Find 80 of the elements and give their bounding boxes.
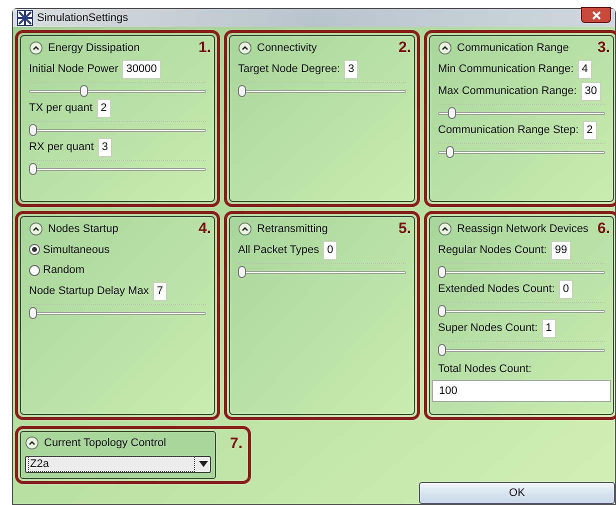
field-label: RX per quant xyxy=(29,140,94,155)
collapse-icon[interactable] xyxy=(238,222,252,236)
field-label: Initial Node Power xyxy=(29,62,118,77)
radio-button[interactable] xyxy=(29,264,40,276)
slider-track[interactable] xyxy=(438,142,605,156)
annotation-number: 6. xyxy=(597,219,610,239)
field-label: Node Startup Delay Max xyxy=(29,284,149,299)
collapse-icon[interactable] xyxy=(25,436,39,450)
annotation-number: 4. xyxy=(198,219,211,239)
annotation-number: 5. xyxy=(398,219,411,239)
field-label: Extended Nodes Count: xyxy=(438,282,555,297)
field-label: Max Communication Range: xyxy=(438,84,577,99)
slider-track[interactable] xyxy=(238,262,406,276)
slider-thumb[interactable] xyxy=(446,146,454,158)
dropdown-arrow-icon xyxy=(199,461,208,467)
panel-title: Connectivity xyxy=(257,41,317,56)
window-title: SimulationSettings xyxy=(37,10,128,26)
field-label: Min Communication Range: xyxy=(438,62,574,77)
value-field[interactable]: 1 xyxy=(542,318,556,338)
field-label: Communication Range Step: xyxy=(438,122,579,138)
slider-track[interactable] xyxy=(438,262,605,276)
panel-title: Retransmitting xyxy=(257,222,328,237)
app-icon xyxy=(17,10,33,26)
value-field[interactable]: 2 xyxy=(582,120,597,140)
slider-track[interactable] xyxy=(438,302,605,316)
field-label: Regular Nodes Count: xyxy=(438,242,547,258)
radio-label: Simultaneous xyxy=(43,242,110,258)
value-field[interactable]: 100 xyxy=(432,380,611,402)
panel-title: Communication Range xyxy=(457,41,569,56)
collapse-icon[interactable] xyxy=(438,41,452,56)
value-field[interactable]: 0 xyxy=(323,240,338,260)
panel-title: Energy Dissipation xyxy=(48,41,140,56)
slider-thumb[interactable] xyxy=(438,266,446,278)
collapse-icon[interactable] xyxy=(238,41,252,56)
slider-thumb[interactable] xyxy=(438,304,446,316)
slider-track[interactable] xyxy=(29,304,206,318)
slider-thumb[interactable] xyxy=(238,84,246,96)
field-label: Target Node Degree: xyxy=(238,62,340,77)
value-field[interactable]: 30 xyxy=(580,82,602,100)
close-icon xyxy=(592,10,600,20)
slider-thumb[interactable] xyxy=(238,266,246,278)
value-field[interactable]: 2 xyxy=(96,98,111,118)
radio-button[interactable] xyxy=(29,244,40,256)
field-label: TX per quant xyxy=(29,100,93,116)
slider-thumb[interactable] xyxy=(29,162,37,174)
annotation-number: 7. xyxy=(230,434,243,454)
field-label: All Packet Types xyxy=(238,242,320,258)
panel-title: Current Topology Control xyxy=(44,436,166,451)
value-field[interactable]: 99 xyxy=(550,240,572,260)
value-field[interactable]: 3 xyxy=(98,138,112,156)
annotation-number: 1. xyxy=(198,38,211,58)
slider-track[interactable] xyxy=(438,104,605,118)
field-label: Total Nodes Count: xyxy=(438,362,533,376)
value-field[interactable]: 4 xyxy=(578,60,592,78)
slider-track[interactable] xyxy=(29,160,206,174)
slider-track[interactable] xyxy=(29,120,206,134)
annotation-number: 3. xyxy=(597,38,610,58)
value-field[interactable]: 7 xyxy=(152,282,167,300)
topology-dropdown[interactable]: Z2a xyxy=(25,456,211,472)
value-field[interactable]: 0 xyxy=(558,280,573,298)
panel-title: Reassign Network Devices xyxy=(457,222,588,237)
collapse-icon[interactable] xyxy=(29,222,43,236)
collapse-icon[interactable] xyxy=(29,41,43,56)
slider-track[interactable] xyxy=(438,340,605,354)
slider-thumb[interactable] xyxy=(438,344,446,356)
close-button[interactable] xyxy=(581,7,611,23)
slider-track[interactable] xyxy=(29,82,206,96)
slider-thumb[interactable] xyxy=(448,106,456,118)
slider-thumb[interactable] xyxy=(29,306,37,318)
ok-button[interactable]: OK xyxy=(419,482,615,504)
value-field[interactable]: 3 xyxy=(344,60,358,78)
slider-thumb[interactable] xyxy=(29,124,37,136)
value-field[interactable]: 30000 xyxy=(122,60,161,78)
slider-thumb[interactable] xyxy=(80,84,88,96)
field-label: Super Nodes Count: xyxy=(438,320,538,336)
panel-title: Nodes Startup xyxy=(48,222,118,237)
radio-label: Random xyxy=(43,263,85,278)
collapse-icon[interactable] xyxy=(438,222,452,236)
annotation-number: 2. xyxy=(398,38,411,58)
slider-track[interactable] xyxy=(238,82,406,96)
